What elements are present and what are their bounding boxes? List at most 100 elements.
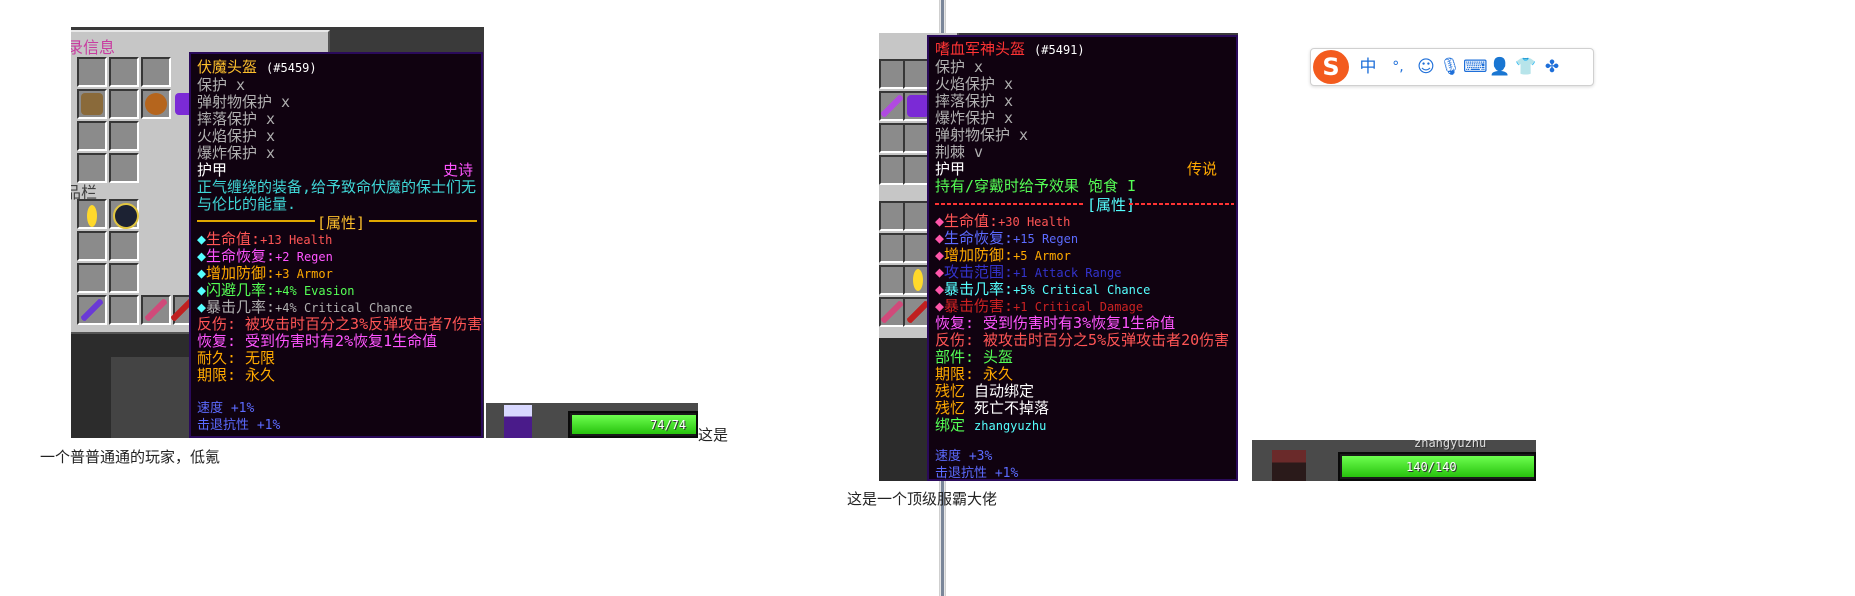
protection-label: 爆炸保护 <box>197 144 258 162</box>
stat-value: +13 Health <box>260 233 333 247</box>
emoji-icon[interactable]: ☺ <box>1415 55 1437 79</box>
chicken-icon <box>145 93 167 115</box>
torch-icon <box>87 205 97 227</box>
hold-effect: 持有/穿戴时给予效果 饱食 I <box>935 177 1137 195</box>
stat-value: +2 Regen <box>275 250 333 264</box>
armor-type: 护甲 <box>935 160 966 178</box>
stat-label: 增加防御: <box>944 246 1014 264</box>
stat-label: 闪避几率: <box>206 281 276 299</box>
separator <box>369 220 477 222</box>
stat-label: 暴击伤害: <box>944 297 1014 315</box>
inventory-slot[interactable] <box>109 121 139 151</box>
helmet-icon <box>907 95 929 117</box>
protection-mark: x <box>281 93 291 111</box>
stat-label: 攻击范围: <box>944 263 1014 281</box>
bind-label: 绑定 <box>935 416 966 434</box>
stat-label: 生命值: <box>206 230 261 248</box>
user-icon[interactable]: 👤 <box>1489 55 1511 79</box>
red-sword-icon <box>907 301 929 323</box>
separator <box>197 220 315 222</box>
sword-icon <box>145 299 167 321</box>
rarity-label: 传说 <box>1187 160 1218 178</box>
effect-line: 反伤: 被攻击时百分之5%反弹攻击者20伤害 <box>935 331 1230 349</box>
language-toggle[interactable]: 中 <box>1357 55 1379 79</box>
memory-value: 自动绑定 <box>974 382 1035 400</box>
inventory-slot[interactable] <box>109 231 139 261</box>
protection-mark: x <box>266 110 276 128</box>
stat-value: +3 Armor <box>275 267 333 281</box>
knockback-stat: 击退抗性 +1% <box>935 466 1019 481</box>
stat-value: +1 Attack Range <box>1013 266 1122 280</box>
protection-mark: x <box>1004 75 1014 93</box>
protection-label: 保护 <box>197 76 228 94</box>
protection-mark: x <box>266 144 276 162</box>
inventory-slot[interactable] <box>77 121 107 151</box>
skin-icon[interactable]: 👕 <box>1515 55 1537 79</box>
rarity-label: 史诗 <box>443 161 474 179</box>
effect-line: 期限: 永久 <box>197 366 276 384</box>
item-lore-line-2: 与伦比的能量. <box>197 195 297 213</box>
stat-value: +1 Critical Damage <box>1013 300 1144 314</box>
stat-label: 暴击几率: <box>944 280 1014 298</box>
separator <box>1129 203 1234 205</box>
left-caption-end: 这是 <box>698 426 729 444</box>
sword-icon <box>881 301 903 323</box>
inventory-slot[interactable] <box>77 231 107 261</box>
inventory-slot[interactable] <box>109 57 139 87</box>
protection-label: 摔落保护 <box>197 110 258 128</box>
right-item-tooltip: 嗜血军神头盔 (#5491) 保护 x 火焰保护 x 摔落保护 x 爆炸保护 x… <box>927 35 1238 481</box>
separator <box>935 203 1085 205</box>
inventory-slot[interactable] <box>109 295 139 325</box>
left-health-bar-thumbnail: 74/74 <box>486 403 698 438</box>
stat-label: 生命恢复: <box>206 247 276 265</box>
health-value: 74/74 <box>650 418 687 432</box>
effect-line: 反伤: 被攻击时百分之3%反弹攻击者7伤害 <box>197 315 483 333</box>
ime-toolbar: S 中 °, ☺ 🎙 ⌨ 👤 👕 ✤ <box>1310 48 1594 86</box>
protection-label: 弹射物保护 <box>197 93 273 111</box>
keyboard-icon[interactable]: ⌨ <box>1463 55 1488 79</box>
stat-value: +5% Critical Chance <box>1013 283 1151 297</box>
stat-label: 暴击几率: <box>206 298 276 316</box>
speed-stat: 速度 +1% <box>197 401 255 416</box>
staff-icon <box>881 95 903 117</box>
attributes-header: [属性] <box>1087 196 1136 214</box>
item-id: (#5491) <box>1034 43 1085 57</box>
speed-stat: 速度 +3% <box>935 449 993 464</box>
sogou-logo-icon[interactable]: S <box>1313 50 1349 84</box>
health-value: 140/140 <box>1406 460 1457 474</box>
armor-type: 护甲 <box>197 161 228 179</box>
protection-label: 弹射物保护 <box>935 126 1011 144</box>
inventory-slot[interactable] <box>141 57 171 87</box>
memory-label: 残忆 <box>935 382 966 400</box>
protection-label: 保护 <box>935 58 966 76</box>
effect-line: 恢复: 受到伤害时有3%恢复1生命值 <box>935 314 1176 332</box>
punctuation-toggle[interactable]: °, <box>1387 55 1409 79</box>
item-name: 嗜血军神头盔 <box>935 40 1026 58</box>
player-name: zhangyuzhu <box>1414 440 1487 450</box>
protection-label: 爆炸保护 <box>935 109 996 127</box>
effect-line: 耐久: 无限 <box>197 349 276 367</box>
inventory-slot[interactable] <box>77 153 107 183</box>
right-health-bar-thumbnail: zhangyuzhu 140/140 <box>1252 440 1536 481</box>
protection-label: 火焰保护 <box>197 127 258 145</box>
protection-label: 摔落保护 <box>935 92 996 110</box>
effect-line: 期限: 永久 <box>935 365 1014 383</box>
inventory-title: 录信息 <box>71 38 116 57</box>
left-caption-line-2: 一个普普通通的玩家，低氪 <box>40 448 221 466</box>
inventory-slot[interactable] <box>77 57 107 87</box>
memory-label: 残忆 <box>935 399 966 417</box>
knockback-stat: 击退抗性 +1% <box>197 418 281 433</box>
effect-line: 恢复: 受到伤害时有2%恢复1生命值 <box>197 332 438 350</box>
item-id: (#5459) <box>266 61 317 75</box>
mic-icon[interactable]: 🎙 <box>1439 55 1461 79</box>
inventory-slot[interactable] <box>77 263 107 293</box>
health-bar: 74/74 <box>568 411 698 438</box>
apps-icon[interactable]: ✤ <box>1541 55 1563 79</box>
stat-value: +5 Armor <box>1013 249 1071 263</box>
inventory-slot[interactable] <box>109 153 139 183</box>
torch-icon <box>913 269 923 291</box>
stat-value: +4% Evasion <box>275 284 355 298</box>
inventory-slot[interactable] <box>109 89 139 119</box>
inventory-slot[interactable] <box>109 263 139 293</box>
protection-mark: x <box>1019 126 1029 144</box>
